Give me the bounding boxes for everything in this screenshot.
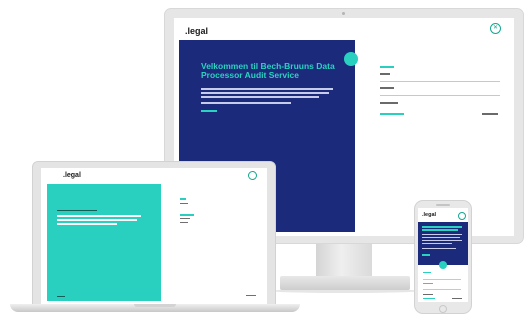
monitor-paragraph-line (201, 96, 319, 98)
laptop-paragraph-line (57, 223, 117, 225)
laptop-paragraph-line (57, 219, 137, 221)
phone-screen: .legal (418, 208, 468, 302)
monitor-logo: .legal (185, 26, 209, 36)
phone-learn-more-link[interactable] (422, 254, 430, 256)
monitor-stand-neck (316, 244, 372, 280)
laptop-form-text (180, 218, 190, 220)
phone-heading-line (422, 229, 458, 231)
phone-email-field[interactable] (423, 279, 461, 280)
phone-speaker (436, 204, 450, 206)
monitor-password-field[interactable] (380, 95, 500, 96)
phone-login-button[interactable] (452, 298, 462, 299)
phone-form-title (423, 272, 431, 274)
monitor-remember-checkbox[interactable] (380, 102, 398, 104)
laptop-form-text (180, 222, 188, 224)
close-icon[interactable] (248, 171, 257, 180)
laptop-logo: .legal (63, 172, 81, 179)
monitor-email-label (380, 73, 390, 75)
laptop-screen: .legal (41, 168, 267, 305)
badge-icon (439, 261, 447, 269)
monitor-form-title (380, 66, 394, 68)
monitor-forgot-password-link[interactable] (380, 113, 404, 115)
phone-paragraph-line (422, 234, 462, 235)
phone-paragraph-line (422, 237, 460, 238)
phone-remember-checkbox[interactable] (423, 294, 433, 295)
monitor-learn-more-link[interactable] (201, 110, 217, 112)
monitor-heading: Velkommen til Bech-Bruuns Data Processor… (201, 61, 335, 80)
phone-password-field[interactable] (423, 289, 461, 290)
monitor-stand-foot (280, 276, 410, 290)
monitor-paragraph-line (201, 92, 329, 94)
phone-password-label (423, 283, 433, 285)
phone-paragraph-line (422, 240, 462, 241)
badge-icon (344, 52, 358, 66)
laptop-notch (134, 304, 176, 307)
phone-paragraph-line (422, 248, 456, 249)
monitor-email-field[interactable] (380, 81, 500, 82)
close-icon[interactable] (458, 212, 466, 220)
monitor-paragraph-line (201, 102, 291, 104)
monitor-paragraph-line (201, 88, 333, 90)
monitor-login-button[interactable] (482, 113, 498, 115)
laptop-login-button[interactable] (246, 295, 256, 297)
laptop-form-label (180, 214, 194, 216)
laptop-paragraph-line (57, 215, 141, 217)
laptop-footer-text (57, 296, 65, 298)
monitor-camera (342, 12, 345, 15)
phone-logo: .legal (422, 212, 437, 218)
close-icon[interactable]: ✕ (490, 23, 501, 34)
laptop-form-label (180, 198, 186, 200)
laptop-paragraph-line (57, 210, 97, 212)
laptop-hero-panel (47, 184, 161, 301)
phone-paragraph-line (422, 243, 452, 244)
phone-heading-line (422, 226, 462, 228)
phone-forgot-link[interactable] (423, 298, 435, 300)
laptop-form-text (180, 203, 188, 205)
home-button-icon[interactable] (439, 305, 447, 313)
monitor-password-label (380, 87, 394, 89)
